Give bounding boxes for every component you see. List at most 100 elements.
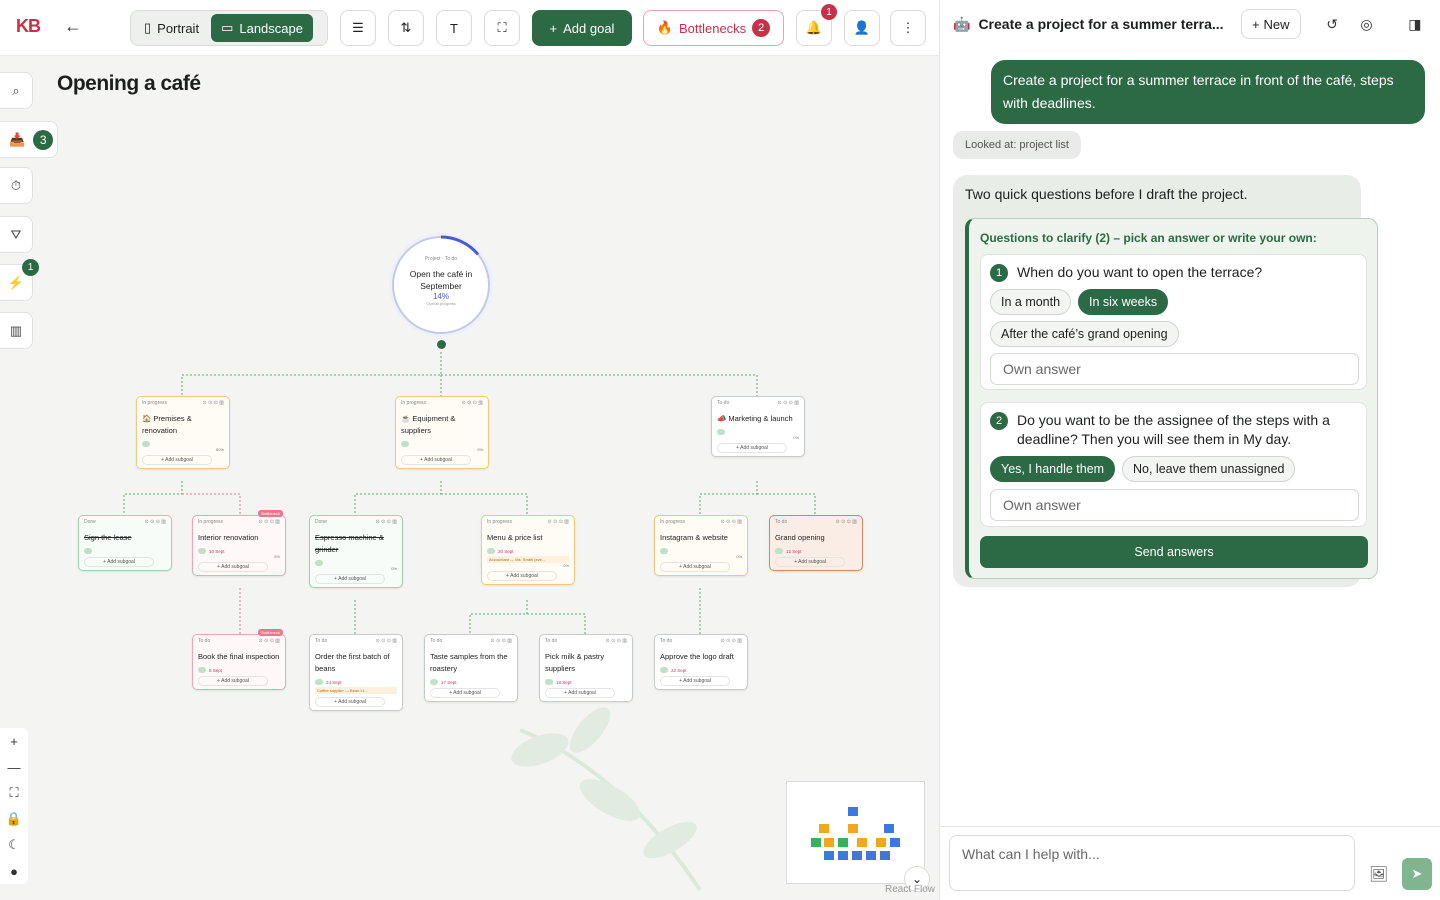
add-subgoal-button[interactable]: + Add subgoal bbox=[142, 455, 212, 465]
due-date: 10 Sept bbox=[209, 548, 225, 554]
bot-icon: 🤖 bbox=[953, 15, 971, 32]
node-actions-icon: ⊙ ⊙ ⊙ ▥ bbox=[720, 638, 742, 644]
node-actions-icon: ⊙ ⊙ ⊙ ▥ bbox=[375, 519, 397, 525]
minimap-node bbox=[880, 851, 890, 860]
new-chat-button[interactable]: + New bbox=[1240, 9, 1301, 39]
node-status: To do ⊙ ⊙ ⊙ ▥ bbox=[315, 638, 397, 644]
goal-node[interactable]: To do ⊙ ⊙ ⊙ ▥ Pick milk & pastry suppliers… bbox=[539, 634, 633, 702]
avatar bbox=[198, 548, 206, 554]
add-subgoal-button[interactable]: + Add subgoal bbox=[198, 562, 268, 572]
image-upload-icon[interactable]: 🖼 bbox=[1369, 865, 1388, 883]
goal-node[interactable]: In progress ⊙ ⊙ ⊙ ▥ ☕ Equipment & supplier… bbox=[395, 396, 489, 469]
zoom-in-icon[interactable]: + bbox=[0, 728, 28, 754]
goal-node[interactable]: In progress ⊙ ⊙ ⊙ ▥ Bottleneck Interior ren… bbox=[192, 510, 286, 576]
root-goal-node[interactable]: Project · To do Open the café in Septemb… bbox=[391, 235, 491, 335]
option-chip[interactable]: After the café’s grand opening bbox=[990, 321, 1179, 347]
questions-header: Questions to clarify (2) – pick an answe… bbox=[980, 231, 1317, 245]
avatar bbox=[198, 667, 206, 673]
zoom-controls: + — ⛶ 🔒 ☾ ● bbox=[0, 728, 28, 884]
send-answers-button[interactable]: Send answers bbox=[980, 536, 1368, 568]
node-status: In progress ⊙ ⊙ ⊙ ▥ bbox=[198, 519, 280, 525]
minimap-node bbox=[824, 851, 834, 860]
minimap-node bbox=[876, 838, 886, 847]
node-actions-icon: ⊙ ⊙ ⊙ ▥ bbox=[375, 638, 397, 644]
goal-node[interactable]: To do ⊙ ⊙ ⊙ ▥ Grand opening 12 Sept + Add su… bbox=[769, 515, 863, 571]
goal-node[interactable]: Done ⊙ ⊙ ⊙ ▥ Sign the lease + Add subgoal bbox=[78, 515, 172, 571]
node-progress: 0% bbox=[563, 563, 569, 568]
fit-view-icon[interactable]: ⛶ bbox=[0, 780, 28, 806]
question-number: 2 bbox=[990, 412, 1008, 430]
linked-note: Coffee supplier — Bean Lt... bbox=[315, 687, 397, 694]
due-date: 20 Sept bbox=[498, 548, 514, 554]
option-chip-selected[interactable]: Yes, I handle them bbox=[990, 456, 1116, 482]
progress-ring bbox=[391, 235, 491, 335]
node-progress: 60% bbox=[215, 447, 224, 452]
lock-icon[interactable]: 🔒 bbox=[0, 806, 28, 832]
goal-node[interactable]: In progress ⊙ ⊙ ⊙ ▥ 🏠 Premises & renovatio… bbox=[136, 396, 230, 469]
option-chip[interactable]: No, leave them unassigned bbox=[1122, 456, 1296, 482]
node-actions-icon: ⊙ ⊙ ⊙ ▥ bbox=[144, 519, 166, 525]
goal-node[interactable]: To do ⊙ ⊙ ⊙ ▥ Order the first batch of bea… bbox=[309, 634, 403, 711]
add-subgoal-button[interactable]: + Add subgoal bbox=[487, 571, 557, 581]
goal-node[interactable]: Done ⊙ ⊙ ⊙ ▥ Espresso machine & grinder 0% +… bbox=[309, 515, 403, 588]
node-progress: 0% bbox=[736, 554, 742, 559]
plus-icon: + bbox=[1251, 16, 1260, 32]
node-actions-icon: ⊙ ⊙ ⊙ ▥ bbox=[202, 400, 224, 406]
add-subgoal-button[interactable]: + Add subgoal bbox=[660, 676, 730, 686]
node-title: 🏠 Premises & renovation bbox=[142, 414, 192, 435]
node-progress: 0% bbox=[793, 435, 799, 440]
node-actions-icon: ⊙ ⊙ ⊙ ▥ bbox=[777, 400, 799, 406]
minimap-node bbox=[848, 807, 858, 816]
zoom-out-icon[interactable]: — bbox=[0, 754, 28, 780]
goal-node[interactable]: To do ⊙ ⊙ ⊙ ▥ Bottleneck Book the final ins… bbox=[192, 629, 286, 690]
own-answer-input[interactable]: Own answer bbox=[990, 489, 1359, 521]
composer: What can I help with... 🖼 ➤ bbox=[941, 826, 1440, 900]
add-subgoal-button[interactable]: + Add subgoal bbox=[84, 557, 154, 567]
node-meta: 12 Sept bbox=[775, 548, 857, 554]
send-icon[interactable]: ➤ bbox=[1402, 858, 1432, 890]
node-status: To do ⊙ ⊙ ⊙ ▥ bbox=[545, 638, 627, 644]
avatar bbox=[660, 548, 668, 554]
chat-title: Create a project for a summer terra... bbox=[978, 16, 1224, 32]
sidebar-toggle-icon[interactable]: ◨ bbox=[1402, 10, 1428, 38]
goal-node[interactable]: To do ⊙ ⊙ ⊙ ▥ Taste samples from the roast… bbox=[424, 634, 518, 702]
goal-node[interactable]: To do ⊙ ⊙ ⊙ ▥ Approve the logo draft 22 Sep… bbox=[654, 634, 748, 690]
option-chip-selected[interactable]: In six weeks bbox=[1078, 289, 1169, 315]
react-flow-attribution[interactable]: React Flow bbox=[885, 884, 935, 895]
add-subgoal-button[interactable]: + Add subgoal bbox=[401, 455, 471, 465]
add-subgoal-button[interactable]: + Add subgoal bbox=[660, 562, 730, 572]
node-actions-icon: ⊙ ⊙ ⊙ ▥ bbox=[605, 638, 627, 644]
add-subgoal-button[interactable]: + Add subgoal bbox=[315, 574, 385, 584]
node-title: Order the first batch of beans bbox=[315, 652, 390, 673]
avatar bbox=[315, 679, 323, 685]
option-chip[interactable]: In a month bbox=[990, 289, 1072, 315]
minimap[interactable] bbox=[786, 781, 925, 884]
question-card-2: 2 Do you want to be the assignee of the … bbox=[980, 402, 1367, 527]
collapse-handle[interactable] bbox=[436, 339, 447, 350]
node-title: Espresso machine & grinder bbox=[315, 533, 384, 554]
add-subgoal-button[interactable]: + Add subgoal bbox=[315, 697, 385, 707]
minimap-node bbox=[884, 824, 894, 833]
node-actions-icon: ⊙ ⊙ ⊙ ▥ bbox=[547, 519, 569, 525]
goal-node[interactable]: To do ⊙ ⊙ ⊙ ▥ 📣 Marketing & launch 0% + Add … bbox=[711, 396, 805, 457]
add-subgoal-button[interactable]: + Add subgoal bbox=[545, 688, 615, 698]
add-subgoal-button[interactable]: + Add subgoal bbox=[775, 557, 845, 567]
node-title: Approve the logo draft bbox=[660, 652, 734, 661]
add-subgoal-button[interactable]: + Add subgoal bbox=[717, 443, 787, 453]
own-answer-input[interactable]: Own answer bbox=[990, 353, 1359, 385]
history-icon[interactable]: ↺ bbox=[1319, 10, 1345, 38]
palette-icon[interactable]: ● bbox=[0, 858, 28, 884]
goal-node[interactable]: In progress ⊙ ⊙ ⊙ ▥ Menu & price list 20 Se… bbox=[481, 515, 575, 585]
question-number: 1 bbox=[990, 264, 1008, 282]
avatar bbox=[142, 441, 150, 447]
node-title: 📣 Marketing & launch bbox=[717, 414, 793, 423]
add-subgoal-button[interactable]: + Add subgoal bbox=[198, 676, 268, 686]
chat-input[interactable]: What can I help with... bbox=[949, 835, 1355, 891]
globe-icon[interactable]: ◎ bbox=[1353, 10, 1379, 38]
node-title: Instagram & website bbox=[660, 533, 728, 542]
moon-icon[interactable]: ☾ bbox=[0, 832, 28, 858]
goal-node[interactable]: In progress ⊙ ⊙ ⊙ ▥ Instagram & website 0% +… bbox=[654, 515, 748, 576]
add-subgoal-button[interactable]: + Add subgoal bbox=[430, 688, 500, 698]
node-title: Grand opening bbox=[775, 533, 825, 542]
tool-call-pill[interactable]: Looked at: project list bbox=[953, 131, 1081, 159]
